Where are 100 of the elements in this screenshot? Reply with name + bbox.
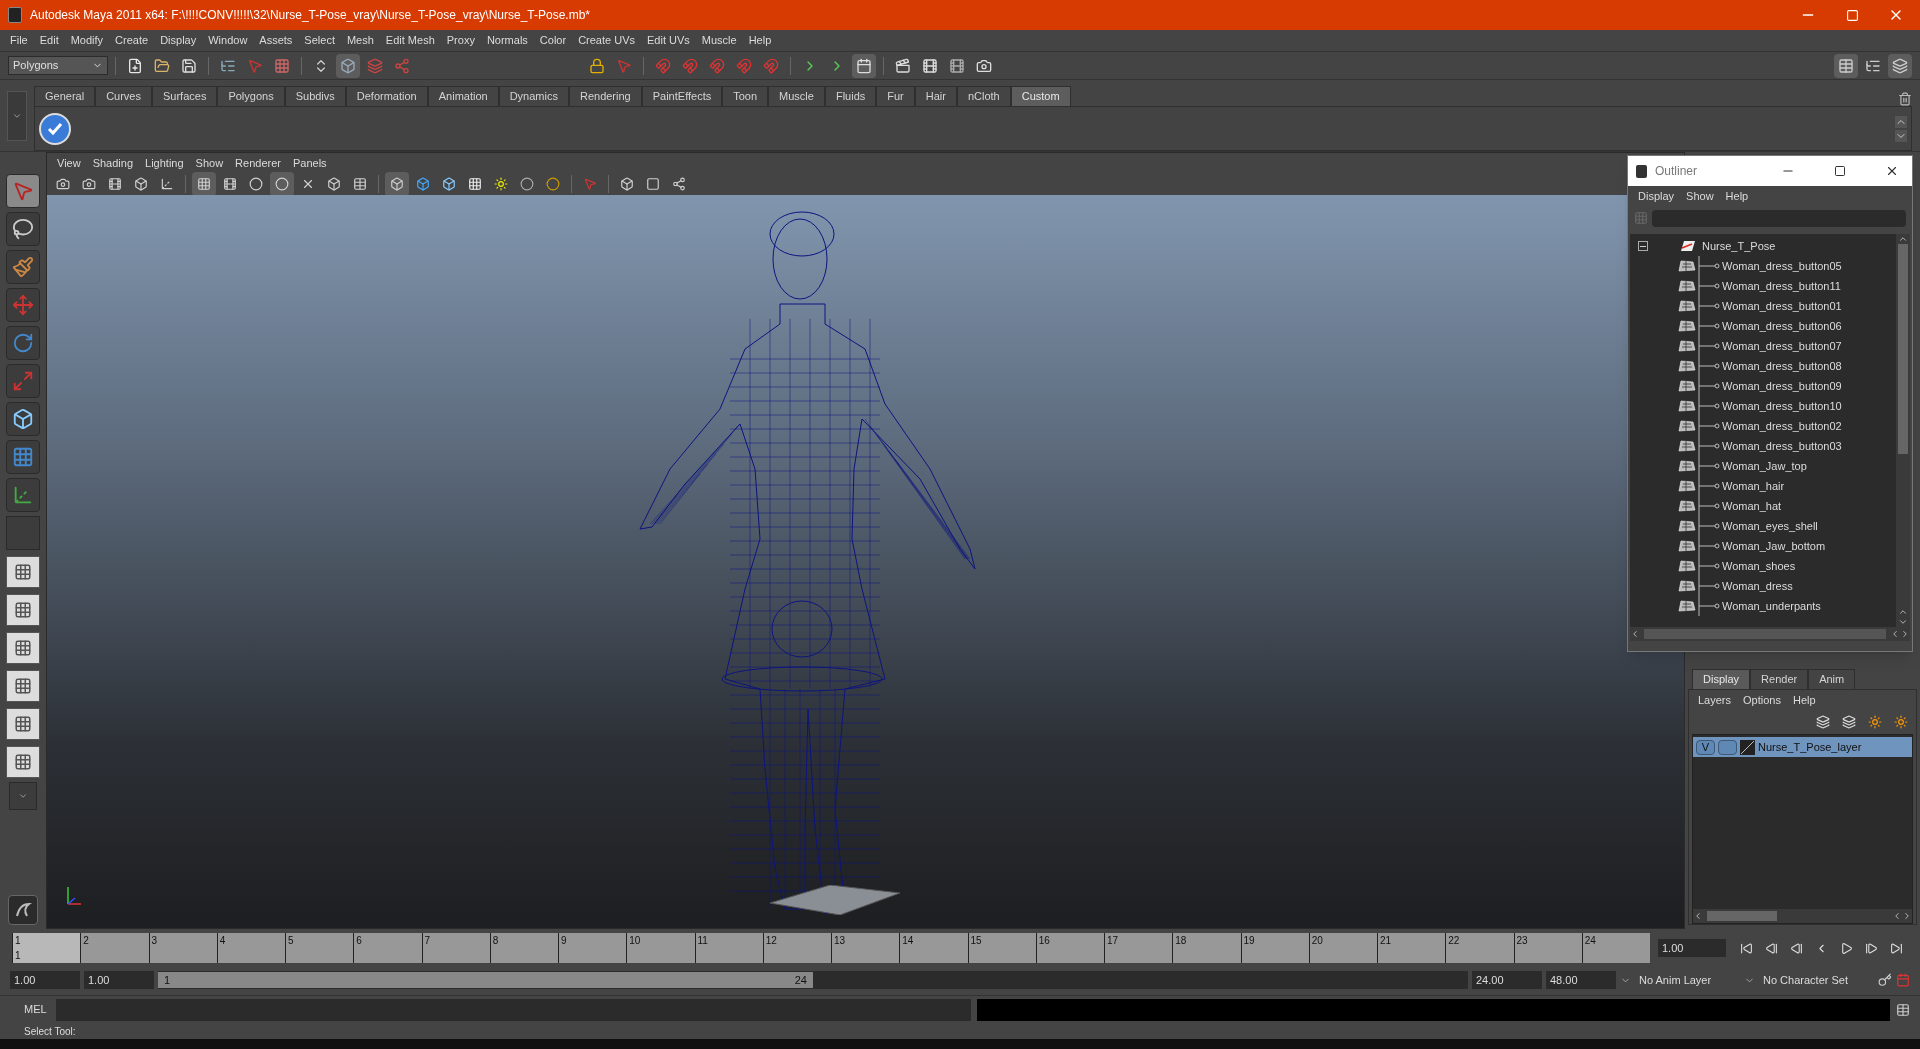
frame-tick[interactable]: 22 [1445, 933, 1514, 963]
collapse-toggle[interactable] [1638, 241, 1648, 251]
key-icon[interactable] [1878, 973, 1892, 987]
menu-item[interactable]: Display [154, 32, 203, 49]
layer-menu-item[interactable]: Options [1737, 691, 1787, 709]
outliner-item[interactable]: Woman_dress_button05 [1722, 257, 1842, 275]
shelf-tab[interactable]: Custom [1010, 86, 1071, 106]
checkmark-icon[interactable] [39, 112, 71, 145]
layout-button[interactable] [6, 594, 40, 626]
outliner-item[interactable]: Woman_dress_button11 [1722, 277, 1841, 295]
select-tool-icon[interactable] [6, 174, 40, 208]
time-slider[interactable]: 1 1 2 3 4 5 6 7 8 9 10 11 12 13 14 15 16 17 18 19 20 21 22 23 24 [12, 933, 1650, 963]
end-time-field[interactable]: 48.00 [1546, 971, 1616, 989]
shelf-tab[interactable]: Toon [722, 86, 769, 106]
frame-tick[interactable]: 4 [216, 933, 285, 963]
layer-menu-item[interactable]: Help [1786, 691, 1822, 709]
menu-item[interactable]: File [4, 32, 34, 49]
outliner-item[interactable]: Woman_Jaw_bottom [1722, 537, 1826, 555]
scroll-left-icon[interactable] [1890, 629, 1900, 639]
frame-tick[interactable]: 24 [1581, 933, 1650, 963]
frame-tick[interactable]: 16 [1035, 933, 1104, 963]
menu-item[interactable]: Create UVs [572, 32, 641, 49]
menu-item[interactable]: Edit Mesh [379, 32, 441, 49]
xray-icon-icon[interactable] [301, 177, 315, 191]
scrollbar-thumb[interactable] [1644, 629, 1886, 639]
menu-item[interactable]: Select [298, 32, 341, 49]
camera-icon-icon[interactable] [56, 177, 70, 191]
shelf-tab[interactable]: Animation [427, 86, 499, 106]
shelf-tab[interactable]: Polygons [217, 86, 285, 106]
open-folder-icon-icon[interactable] [154, 57, 170, 74]
shelf-tab[interactable]: PaintEffects [641, 86, 723, 106]
outliner-item[interactable]: Woman_dress_button10 [1722, 397, 1842, 415]
frame-tick[interactable]: 14 [899, 933, 968, 963]
menu-item[interactable]: Mesh [340, 32, 380, 49]
outliner-item[interactable]: Woman_dress_button03 [1722, 437, 1842, 455]
panel-menu-item[interactable]: Lighting [139, 154, 190, 172]
panel-menu-item[interactable]: View [51, 154, 87, 172]
playback-icon-icon[interactable] [1764, 941, 1778, 955]
frame-tick[interactable]: 15 [967, 933, 1036, 963]
layout-button[interactable] [6, 670, 40, 702]
panel-menu-item[interactable]: Show [189, 154, 230, 172]
layer-row[interactable]: V Nurse_T_Pose_layer [1693, 737, 1912, 757]
render-icon-icon[interactable] [895, 57, 911, 74]
menu-item[interactable]: Modify [64, 32, 110, 49]
graph-icon-icon[interactable] [672, 177, 686, 191]
save-icon-icon[interactable] [181, 57, 197, 74]
layer-color-swatch[interactable] [1740, 739, 1755, 755]
outliner-item[interactable]: Woman_dress_button01 [1722, 297, 1842, 315]
flat-light-icon-icon[interactable] [546, 177, 560, 191]
layer-menu-item[interactable]: Layers [1692, 691, 1738, 709]
outliner-menu-item[interactable]: Show [1680, 187, 1720, 205]
layer-tab[interactable]: Render [1750, 669, 1809, 689]
horizontal-scrollbar[interactable] [1693, 909, 1912, 923]
outliner-menu-item[interactable]: Display [1632, 187, 1681, 205]
search-field[interactable] [1652, 209, 1906, 227]
playback-icon-icon[interactable] [1889, 941, 1903, 955]
command-language-label[interactable]: MEL [10, 1001, 50, 1018]
frame-tick[interactable]: 5 [285, 933, 354, 963]
playback-icon-icon[interactable] [1839, 941, 1853, 955]
menu-item[interactable]: Color [533, 32, 573, 49]
manipulator-icon[interactable] [6, 402, 40, 436]
camera-attributes-icon-icon[interactable] [82, 177, 96, 191]
grid-toggle-icon-icon[interactable] [160, 177, 174, 191]
frame-tick[interactable]: 17 [1104, 933, 1173, 963]
scrollbar-thumb[interactable] [1898, 244, 1908, 454]
current-time-field[interactable]: 1.00 [1658, 939, 1726, 957]
panel-menu-item[interactable]: Panels [286, 154, 333, 172]
new-layer-selected-icon-icon[interactable] [1894, 715, 1908, 729]
outliner-item[interactable]: Nurse_T_Pose [1702, 237, 1776, 255]
new-layer-icon-icon[interactable] [1868, 715, 1882, 729]
frame-tick[interactable]: 23 [1513, 933, 1582, 963]
wireframe-on-shaded-icon-icon[interactable] [390, 177, 404, 191]
frame-tick[interactable]: 7 [421, 933, 490, 963]
move-layer-up-icon-icon[interactable] [1816, 715, 1830, 729]
menu-item[interactable]: Muscle [695, 32, 743, 49]
layout-button[interactable] [6, 708, 40, 740]
frame-tick[interactable]: 9 [558, 933, 627, 963]
menu-item[interactable]: Help [742, 32, 778, 49]
move-layer-down-icon-icon[interactable] [1842, 715, 1856, 729]
layout-button[interactable] [6, 746, 40, 778]
playback-start-field[interactable]: 1.00 [84, 971, 154, 989]
panel-menu-item[interactable]: Renderer [229, 154, 287, 172]
frame-tick[interactable]: 21 [1377, 933, 1446, 963]
checker-icon-icon[interactable] [468, 177, 482, 191]
frame-tick[interactable]: 12 [762, 933, 831, 963]
move-tool-icon[interactable] [6, 288, 40, 322]
scroll-right-icon[interactable] [1902, 911, 1912, 921]
scroll-down-icon[interactable] [1895, 129, 1907, 142]
character-set-dropdown[interactable]: No Character Set [1759, 971, 1874, 989]
frame-tick[interactable]: 11 [694, 933, 763, 963]
frame-tick[interactable]: 18 [1172, 933, 1241, 963]
vertical-scrollbar[interactable] [1896, 234, 1910, 627]
outliner-item[interactable]: Woman_dress_button07 [1722, 337, 1842, 355]
frame-tick[interactable]: 6 [353, 933, 422, 963]
outliner-item[interactable]: Woman_hat [1722, 497, 1782, 515]
outliner-item[interactable]: Woman_underpants [1722, 597, 1821, 615]
outliner-item[interactable]: Woman_dress_button08 [1722, 357, 1842, 375]
wireframe-icon-icon[interactable] [197, 177, 211, 191]
shelf-tab[interactable]: Curves [95, 86, 152, 106]
shelf-tab[interactable]: Hair [914, 86, 957, 106]
